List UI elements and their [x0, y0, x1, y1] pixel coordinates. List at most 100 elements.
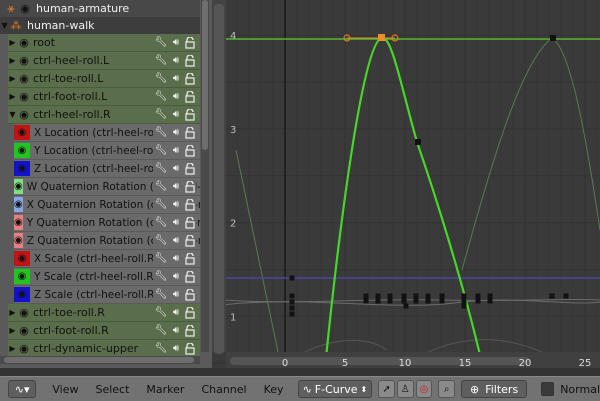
armature-row[interactable]: ⚹ ◉ human-armature [0, 0, 200, 17]
lock-icon[interactable] [184, 270, 196, 284]
channel-list-hscrollbar[interactable] [0, 356, 200, 364]
mute-speaker-icon[interactable]: 🔊︎ [169, 162, 183, 176]
keyframe[interactable] [387, 298, 393, 304]
menu-view[interactable]: View [52, 383, 78, 396]
keyframe[interactable] [439, 298, 445, 304]
modifier-wrench-icon[interactable]: 🔧︎ [154, 252, 168, 266]
keyframe[interactable] [475, 298, 481, 304]
lock-icon[interactable] [184, 108, 196, 122]
fcurve-channel-row[interactable]: ◉Z Quaternion Rotation (ctrl-heel-roll.R… [14, 232, 200, 250]
channel-color-swatch[interactable]: ◉ [14, 161, 30, 176]
keyframe[interactable] [401, 298, 407, 304]
menu-marker[interactable]: Marker [146, 383, 184, 396]
lock-icon[interactable] [184, 90, 196, 104]
group-row[interactable]: ▶ ◉ root 🔧︎ 🔊︎ [8, 34, 200, 52]
fcurve-channel-row[interactable]: ◉W Quaternion Rotation (ctrl-heel-roll.R… [14, 178, 200, 196]
mute-speaker-icon[interactable]: 🔊︎ [169, 288, 183, 302]
modifier-wrench-icon[interactable]: 🔧︎ [154, 36, 168, 50]
keyframe[interactable] [550, 35, 556, 41]
expand-triangle-icon[interactable]: ▶ [8, 56, 17, 65]
keyframe[interactable] [363, 293, 369, 299]
group-row[interactable]: ▶ ◉ ctrl-foot-roll.L 🔧︎ 🔊︎ [8, 88, 200, 106]
lock-icon[interactable] [184, 36, 196, 50]
fcurve-channel-row[interactable]: ◉Y Quaternion Rotation (ctrl-heel-roll.R… [14, 214, 200, 232]
visibility-eye-icon[interactable]: ◉ [17, 36, 31, 49]
visibility-eye-icon[interactable]: ◉ [17, 306, 31, 319]
group-row[interactable]: ▶ ◉ ctrl-toe-roll.R 🔧︎ 🔊︎ [8, 304, 200, 322]
menu-select[interactable]: Select [95, 383, 129, 396]
collapse-triangle-icon[interactable]: ▼ [0, 21, 9, 30]
keyframe[interactable] [375, 293, 381, 299]
lock-icon[interactable] [184, 144, 196, 158]
mute-speaker-icon[interactable]: 🔊︎ [169, 126, 183, 140]
mute-speaker-icon[interactable]: 🔊︎ [169, 216, 183, 230]
mute-speaker-icon[interactable]: 🔊︎ [169, 306, 183, 320]
modifier-wrench-icon[interactable]: 🔧︎ [154, 342, 168, 356]
lock-icon[interactable] [184, 306, 196, 320]
modifier-wrench-icon[interactable]: 🔧︎ [154, 90, 168, 104]
expand-triangle-icon[interactable]: ▼ [8, 110, 17, 119]
visibility-eye-icon[interactable]: ◉ [17, 72, 31, 85]
expand-triangle-icon[interactable]: ▶ [8, 92, 17, 101]
channel-color-swatch[interactable]: ◉ [14, 179, 23, 194]
modifier-wrench-icon[interactable]: 🔧︎ [154, 288, 168, 302]
lock-icon[interactable] [184, 288, 196, 302]
keyframe[interactable] [461, 293, 467, 299]
mute-speaker-icon[interactable]: 🔊︎ [169, 72, 183, 86]
group-row[interactable]: ▶ ◉ ctrl-foot-roll.R 🔧︎ 🔊︎ [8, 322, 200, 340]
value-scrollbar-thumb[interactable] [214, 4, 224, 354]
keyframe[interactable] [289, 293, 295, 299]
fcurve-channel-row[interactable]: ◉ Z Location (ctrl-heel-roll.R) 🔧︎ 🔊︎ [14, 160, 200, 178]
visibility-eye-icon[interactable]: ◉ [17, 342, 31, 355]
mute-speaker-icon[interactable]: 🔊︎ [169, 54, 183, 68]
group-row[interactable]: ▶ ◉ ctrl-toe-roll.L 🔧︎ 🔊︎ [8, 70, 200, 88]
only-selected-button[interactable]: ➚ [378, 380, 395, 398]
keyframe[interactable] [563, 293, 569, 299]
lock-icon[interactable] [184, 342, 196, 356]
modifier-wrench-icon[interactable]: 🔧︎ [154, 306, 168, 320]
group-row[interactable]: ▶ ◉ ctrl-heel-roll.L 🔧︎ 🔊︎ [8, 52, 200, 70]
graph-svg[interactable]: 123450510152025 [212, 0, 600, 369]
modifier-wrench-icon[interactable]: 🔧︎ [154, 216, 168, 230]
channel-color-swatch[interactable]: ◉ [14, 233, 23, 248]
lock-icon[interactable] [184, 162, 196, 176]
channel-color-swatch[interactable]: ◉ [14, 215, 23, 230]
channel-list-scrollbar[interactable] [201, 0, 209, 352]
lock-icon[interactable] [184, 198, 196, 212]
mute-speaker-icon[interactable]: 🔊︎ [169, 342, 183, 356]
mode-dropdown[interactable]: ∿ F-Curve ⬍ [297, 380, 373, 398]
mute-speaker-icon[interactable]: 🔊︎ [169, 90, 183, 104]
mute-speaker-icon[interactable]: 🔊︎ [169, 270, 183, 284]
lock-icon[interactable] [184, 126, 196, 140]
channel-color-swatch[interactable]: ◉ [14, 125, 30, 140]
lock-icon[interactable] [184, 72, 196, 86]
lock-icon[interactable] [184, 234, 196, 248]
keyframe[interactable] [439, 293, 445, 299]
channel-color-swatch[interactable]: ◉ [14, 269, 30, 284]
mute-speaker-icon[interactable]: 🔊︎ [169, 252, 183, 266]
keyframe[interactable] [387, 293, 393, 299]
expand-triangle-icon[interactable]: ▶ [8, 308, 17, 317]
visibility-eye-icon[interactable]: ◉ [17, 54, 31, 67]
keyframe[interactable] [363, 298, 369, 304]
keyframe-selected[interactable] [378, 34, 385, 41]
normalize-checkbox[interactable] [541, 382, 555, 396]
expand-triangle-icon[interactable]: ▶ [8, 74, 17, 83]
modifier-wrench-icon[interactable]: 🔧︎ [154, 72, 168, 86]
mute-speaker-icon[interactable]: 🔊︎ [169, 108, 183, 122]
keyframe[interactable] [461, 298, 467, 304]
lock-icon[interactable] [184, 180, 196, 194]
search-button[interactable]: ⌕ [438, 380, 455, 398]
visibility-eye-icon[interactable]: ◉ [17, 108, 31, 121]
action-row[interactable]: ▼ ⁂ human-walk [0, 17, 200, 34]
mute-speaker-icon[interactable]: 🔊︎ [169, 324, 183, 338]
keyframe[interactable] [475, 293, 481, 299]
lock-icon[interactable] [184, 216, 196, 230]
keyframe[interactable] [415, 139, 421, 145]
expand-triangle-icon[interactable]: ▶ [8, 326, 17, 335]
keyframe[interactable] [425, 293, 431, 299]
modifier-wrench-icon[interactable]: 🔧︎ [154, 270, 168, 284]
keyframe[interactable] [401, 293, 407, 299]
modifier-wrench-icon[interactable]: 🔧︎ [154, 234, 168, 248]
keyframe[interactable] [289, 299, 295, 305]
